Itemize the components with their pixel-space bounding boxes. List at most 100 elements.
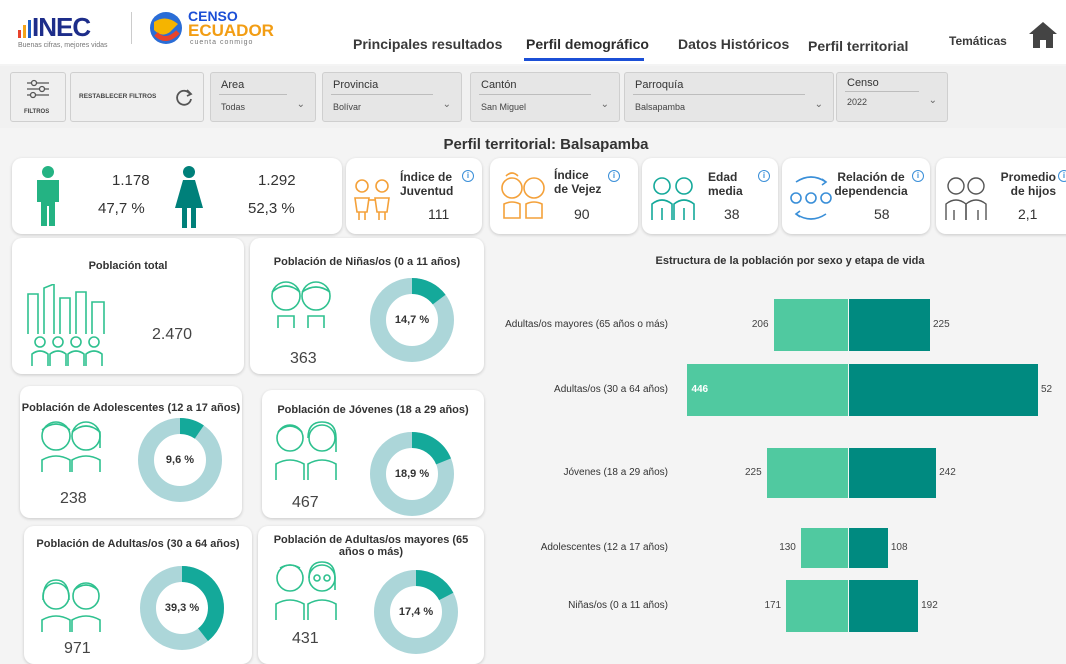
chevron-down-icon: ⌄ — [296, 99, 305, 110]
pyramid-category-label: Adultas/os (30 a 64 años) — [554, 384, 668, 395]
chevron-down-icon: ⌄ — [600, 99, 609, 110]
pyramid-bar-left[interactable] — [801, 528, 848, 568]
pyramid-value-right: 52 — [1041, 384, 1053, 395]
pyramid-bar-left[interactable] — [687, 364, 848, 416]
censo-dropdown[interactable]: Censo 2022 ⌄ — [836, 72, 948, 122]
canton-dropdown[interactable]: Cantón San Miguel ⌄ — [470, 72, 620, 122]
tab-perfil-territorial[interactable]: Perfil territorial — [808, 38, 908, 54]
censo-value: 2022 — [847, 97, 868, 107]
pyramid-chart: Adultas/os mayores (65 años o más) 206 225… — [490, 280, 1066, 660]
card-mayores: Población de Adultas/os mayores (65 años… — [258, 526, 484, 664]
inec-logo: INEC Buenas cifras, mejores vidas — [18, 10, 128, 50]
area-divider — [219, 94, 287, 95]
adults-icon — [41, 579, 101, 632]
edad-media-title: Edad media — [708, 170, 743, 198]
city-population-icon — [27, 284, 105, 366]
poblacion-total-value: 2.470 — [152, 326, 193, 343]
pyramid-bar-left[interactable] — [767, 448, 848, 498]
filtros-button[interactable]: FILTROS — [10, 72, 66, 122]
provincia-dropdown[interactable]: Provincia Bolívar ⌄ — [322, 72, 462, 122]
censo-logo-bottom: ECUADOR — [188, 21, 274, 40]
card-adultos: Población de Adultas/os (30 a 64 años) 9… — [24, 526, 252, 664]
poblacion-total-title: Población total — [88, 260, 168, 272]
info-icon[interactable]: i — [758, 170, 770, 182]
info-icon[interactable]: i — [608, 170, 620, 182]
provincia-value: Bolívar — [333, 102, 362, 112]
pyramid-bar-left[interactable] — [786, 580, 848, 632]
kpi-card-juventud: Índice de Juventud i 111 — [346, 158, 482, 234]
pyramid-bar-right[interactable] — [849, 528, 888, 568]
pyramid-bar-right[interactable] — [849, 299, 930, 351]
area-value: Todas — [221, 102, 246, 112]
provincia-divider — [331, 94, 433, 95]
jovenes-value: 467 — [292, 494, 319, 511]
adultos-donut-label: 39,3 % — [164, 602, 200, 614]
info-icon[interactable]: i — [462, 170, 474, 182]
women-count: 1.292 — [258, 172, 296, 189]
page-title: Perfil territorial: Balsapamba — [443, 136, 649, 153]
ninos-donut-label: 14,7 % — [394, 314, 430, 326]
men-percentage: 47,7 % — [98, 200, 145, 217]
men-count: 1.178 — [112, 172, 150, 189]
provincia-label: Provincia — [333, 79, 379, 91]
pyramid-bar-left[interactable] — [773, 299, 848, 351]
parroquia-dropdown[interactable]: Parroquía Balsapamba ⌄ — [624, 72, 834, 122]
pyramid-value-left: 225 — [745, 467, 762, 478]
tab-principales-resultados[interactable]: Principales resultados — [353, 36, 502, 52]
chevron-down-icon: ⌄ — [814, 99, 823, 110]
juventud-value: 111 — [428, 206, 450, 222]
card-poblacion-total: Población total 2.470 — [12, 238, 244, 374]
censo-globe-icon — [150, 12, 182, 44]
pyramid-chart-title: Estructura de la población por sexo y et… — [655, 255, 925, 267]
jovenes-donut-label: 18,9 % — [394, 468, 430, 480]
dependencia-value: 58 — [874, 206, 890, 222]
tab-tematicas[interactable]: Temáticas — [949, 34, 1007, 48]
inec-logo-text: INEC — [32, 12, 91, 42]
jovenes-title: Población de Jóvenes (18 a 29 años) — [277, 404, 469, 416]
ninos-value: 363 — [290, 350, 317, 367]
pyramid-category-label: Adolescentes (12 a 17 años) — [540, 542, 668, 553]
adolescentes-value: 238 — [60, 490, 87, 507]
pyramid-value-right: 108 — [890, 542, 908, 553]
inec-tagline: Buenas cifras, mejores vidas — [18, 42, 108, 49]
adolescentes-title: Población de Adolescentes (12 a 17 años) — [21, 402, 241, 414]
pyramid-value-left: 446 — [691, 384, 709, 395]
vejez-value: 90 — [574, 206, 590, 222]
dependency-icon — [790, 176, 832, 220]
tab-perfil-demografico[interactable]: Perfil demográfico — [526, 36, 649, 52]
kpi-card-vejez: Índice de Vejez i 90 — [490, 158, 638, 234]
pyramid-value-left: 130 — [779, 542, 796, 553]
adultos-value: 971 — [64, 640, 91, 657]
sex-summary-card: 1.178 47,7 % 1.292 52,3 % — [12, 158, 342, 234]
area-dropdown[interactable]: Area Todas ⌄ — [210, 72, 316, 122]
pyramid-bar-right[interactable] — [849, 448, 937, 498]
pyramid-bar-right[interactable] — [849, 580, 919, 632]
info-icon[interactable]: i — [912, 170, 924, 182]
elderly-people-icon — [275, 561, 337, 620]
kpi-card-dependencia: Relación de dependencia i 58 — [782, 158, 930, 234]
kpi-card-hijos: Promedio de hijos i 2,1 — [936, 158, 1066, 234]
children-icon — [271, 281, 331, 328]
active-tab-indicator — [524, 58, 644, 61]
edad-media-value: 38 — [724, 206, 740, 222]
adolescentes-donut-label: 9,6 % — [165, 454, 195, 466]
man-icon — [37, 166, 59, 226]
tab-datos-historicos[interactable]: Datos Históricos — [678, 36, 789, 52]
info-icon[interactable]: i — [1058, 170, 1066, 182]
area-label: Area — [221, 79, 245, 91]
pyramid-category-label: Jóvenes (18 a 29 años) — [563, 467, 668, 478]
pyramid-value-right: 225 — [933, 319, 950, 330]
pyramid-category-label: Niñas/os (0 a 11 años) — [568, 600, 668, 611]
chevron-down-icon: ⌄ — [928, 95, 937, 106]
censo-label: Censo — [847, 77, 879, 89]
mayores-donut-label: 17,4 % — [398, 606, 434, 618]
youth-icon — [354, 179, 390, 220]
pyramid-value-left: 171 — [764, 600, 782, 611]
parroquia-value: Balsapamba — [635, 102, 686, 112]
pyramid-bar-right[interactable] — [849, 364, 1038, 416]
home-icon[interactable] — [1028, 20, 1058, 50]
vejez-title: Índice de Vejez — [554, 168, 602, 196]
reset-filters-button[interactable]: RESTABLECER FILTROS — [70, 72, 204, 122]
teenagers-icon — [41, 421, 101, 472]
parroquia-divider — [633, 94, 805, 95]
